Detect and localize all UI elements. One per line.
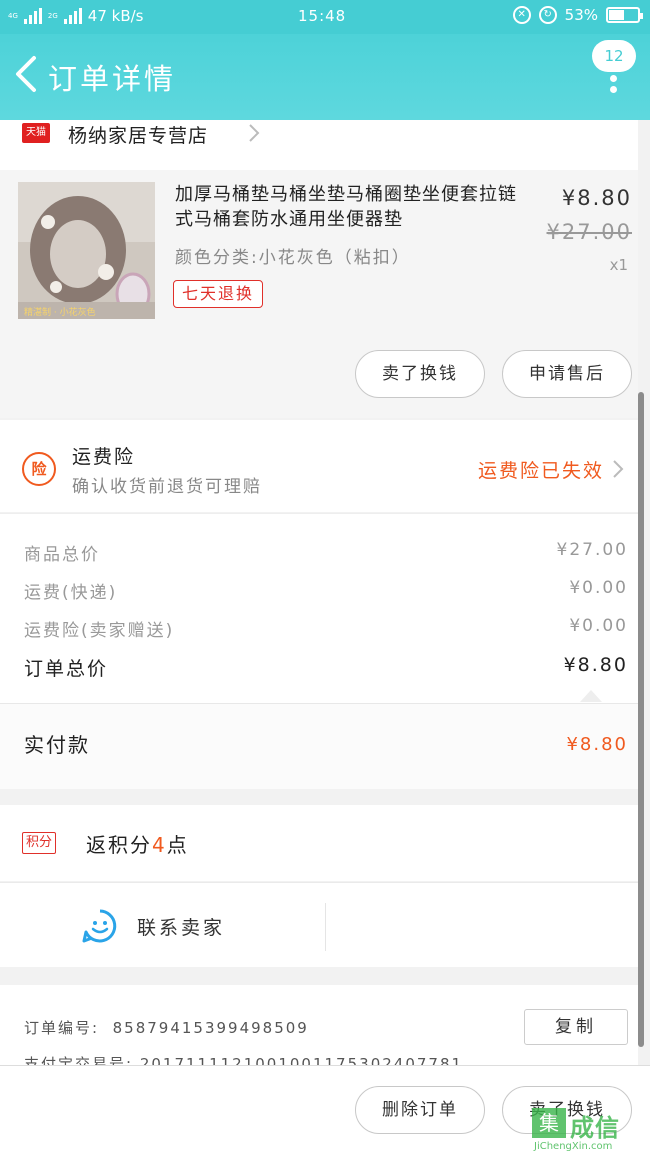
product-title[interactable]: 加厚马桶垫马桶坐垫马桶圈垫坐便套拉链式马桶套防水通用坐便器垫 <box>175 182 525 232</box>
signal-icon-2 <box>63 8 82 24</box>
insurance-subtitle: 确认收货前退货可理赔 <box>72 477 262 497</box>
apply-after-sale-button[interactable]: 申请售后 <box>502 350 632 398</box>
copy-button[interactable]: 复制 <box>524 1009 628 1045</box>
toilet-seat-cover-image: 精湛制 · 小花灰色 <box>18 182 155 319</box>
message-count-badge: 12 <box>592 40 636 72</box>
cost-row-goods: 商品总价 ¥27.00 <box>24 540 628 565</box>
network-speed: 47 kB/s <box>87 7 144 25</box>
product-sku: 颜色分类:小花灰色（粘扣） <box>175 248 411 268</box>
signal-label-4g: 4G <box>8 12 18 20</box>
seven-day-return-tag: 七天退换 <box>173 280 264 308</box>
store-row[interactable]: 天猫 杨纳家居专营店 <box>0 120 638 170</box>
insurance-status: 运费险已失效 <box>477 460 604 482</box>
chevron-right-icon <box>249 124 260 142</box>
watermark-text: 成信 <box>570 1114 620 1142</box>
order-number-value: 85879415399498509 <box>112 1019 309 1037</box>
tmall-logo: 天猫 <box>22 123 50 143</box>
rotation-lock-icon: ↻ <box>538 6 557 24</box>
clock: 15:48 <box>298 7 347 25</box>
page-title: 订单详情 <box>48 62 177 96</box>
actual-payment-label: 实付款 <box>24 733 90 757</box>
battery-fill <box>609 10 624 20</box>
cost-value: ¥0.00 <box>569 578 628 598</box>
scrollbar[interactable] <box>638 392 644 1047</box>
cost-row-shipping: 运费(快递) ¥0.00 <box>24 578 628 603</box>
battery-icon <box>606 7 643 23</box>
actual-payment-row: 实付款 ¥8.80 <box>0 703 638 789</box>
watermark-logo: 集 成信 JiChengXin.com <box>532 1108 650 1155</box>
points-text: 返积分4点 <box>86 829 189 858</box>
back-arrow-icon[interactable] <box>12 54 40 94</box>
insurance-title: 运费险 <box>72 446 136 468</box>
points-prefix: 返积分 <box>86 833 152 857</box>
sell-for-cash-button[interactable]: 卖了换钱 <box>355 350 485 398</box>
points-suffix: 点 <box>166 833 189 857</box>
order-total-value: ¥8.80 <box>563 654 628 676</box>
header: 订单详情 12 <box>0 34 650 120</box>
cost-row-insurance: 运费险(卖家赠送) ¥0.00 <box>24 616 628 641</box>
chat-face-icon[interactable] <box>82 908 118 944</box>
product-price: ¥8.80 <box>561 186 632 210</box>
points-count: 4 <box>152 833 167 857</box>
signal-icon <box>23 8 42 24</box>
cost-value: ¥27.00 <box>556 540 628 560</box>
watermark-url: JiChengXin.com <box>534 1141 613 1152</box>
thumbnail-caption: 精湛制 · 小花灰色 <box>24 306 96 318</box>
points-row: 积分 返积分4点 <box>0 805 638 881</box>
product-thumbnail[interactable]: 精湛制 · 小花灰色 <box>18 182 155 319</box>
cost-label: 运费(快递) <box>24 583 118 603</box>
order-total-label: 订单总价 <box>24 658 109 680</box>
contact-seller-button[interactable]: 联系卖家 <box>137 913 225 940</box>
actual-payment-value: ¥8.80 <box>566 734 628 755</box>
product-item: 精湛制 · 小花灰色 加厚马桶垫马桶坐垫马桶圈垫坐便套拉链式马桶套防水通用坐便器… <box>0 170 638 418</box>
watermark-box: 集 <box>532 1108 566 1138</box>
cost-breakdown: 商品总价 ¥27.00 运费(快递) ¥0.00 运费险(卖家赠送) ¥0.00… <box>0 513 638 703</box>
store-name: 杨纳家居专营店 <box>68 125 209 147</box>
insurance-icon: 险 <box>22 452 56 486</box>
cost-label: 运费险(卖家赠送) <box>24 621 175 641</box>
product-quantity: x1 <box>609 256 628 274</box>
message-menu-button[interactable]: 12 <box>592 40 636 98</box>
product-original-price: ¥27.00 <box>546 220 632 244</box>
contact-seller-row: 联系卖家 <box>0 882 638 967</box>
caret-up-icon <box>580 690 602 702</box>
order-info: 订单编号: 85879415399498509 支付宝交易号: 20171111… <box>0 985 638 1073</box>
shipping-insurance-row[interactable]: 险 运费险 确认收货前退货可理赔 运费险已失效 <box>0 420 638 512</box>
delete-order-button[interactable]: 删除订单 <box>355 1086 485 1134</box>
divider <box>325 903 326 951</box>
cost-row-total: 订单总价 ¥8.80 <box>24 654 628 681</box>
cost-label: 商品总价 <box>24 545 100 565</box>
chevron-right-icon <box>613 460 624 478</box>
signal-label-2g: 2G <box>47 12 58 20</box>
battery-percent: 53% <box>564 6 598 24</box>
status-bar: 4G 2G 47 kB/s 15:48 ✕ ↻ 53% <box>0 0 650 34</box>
order-number: 订单编号: 85879415399498509 <box>24 1017 309 1038</box>
points-badge: 积分 <box>22 832 57 854</box>
order-number-label: 订单编号: <box>24 1019 100 1037</box>
mute-icon: ✕ <box>512 6 531 24</box>
cost-value: ¥0.00 <box>569 616 628 636</box>
more-dots-icon <box>610 75 618 97</box>
